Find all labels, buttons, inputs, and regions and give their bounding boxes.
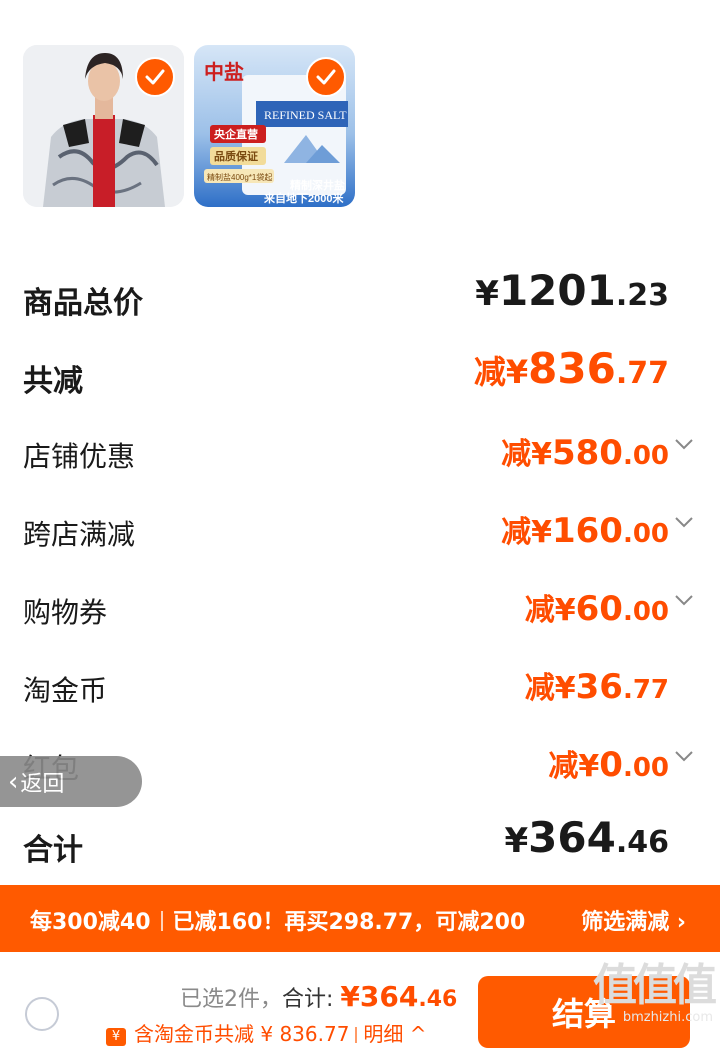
promo-rule: 每300减40 <box>30 910 151 935</box>
row-value: 减¥36.77 <box>524 667 669 707</box>
coins-discount-info[interactable]: ¥ 含淘金币共减 ¥ 836.77 明细 ^ <box>106 1018 427 1047</box>
product-thumbnail-jacket[interactable] <box>23 45 184 207</box>
product-checkbox-jacket[interactable] <box>135 57 175 97</box>
row-label: 商品总价 <box>23 286 143 321</box>
salt-badge-soe: 央企直营 <box>214 127 258 141</box>
chevron-down-icon[interactable] <box>673 433 695 455</box>
row-label: 购物券 <box>23 596 108 629</box>
chevron-left-icon: ‹ <box>8 766 19 797</box>
row-total-discount: 共减 减¥836.77 <box>23 344 673 406</box>
product-thumbnail-salt[interactable]: REFINED SALT 中盐 央企直营 品质保证 精制盐400g*1袋起 精制… <box>194 45 355 207</box>
salt-badge-text: REFINED SALT <box>264 108 347 122</box>
select-all-checkbox[interactable] <box>25 997 59 1031</box>
salt-badge-weight: 精制盐400g*1袋起 <box>207 172 272 182</box>
row-store-discount[interactable]: 店铺优惠 减¥580.00 <box>23 425 693 485</box>
watermark: 值值值 bmzhizhi.com <box>583 960 717 1034</box>
chevron-right-icon: › <box>676 910 686 935</box>
row-goods-total: 商品总价 ¥1201.23 <box>23 266 673 328</box>
row-value: 减¥160.00 <box>501 511 669 551</box>
salt-caption-1: 精制深井盐 <box>290 178 345 192</box>
row-shopping-coupon[interactable]: 购物券 减¥60.00 <box>23 581 693 641</box>
row-label: 淘金币 <box>23 674 108 707</box>
chevron-down-icon[interactable] <box>673 589 695 611</box>
promo-text: 每300减40 已减160！再买298.77，可减200 <box>30 904 525 936</box>
selection-summary: 已选2件，合计: ¥364.46 <box>180 980 457 1013</box>
coin-icon: ¥ <box>106 1028 126 1046</box>
salt-brand-text: 中盐 <box>204 60 244 84</box>
row-value: ¥1201.23 <box>475 266 669 315</box>
chevron-down-icon[interactable] <box>673 511 695 533</box>
product-checkbox-salt[interactable] <box>306 57 346 97</box>
watermark-url: bmzhizhi.com <box>622 1010 713 1025</box>
chevron-up-icon: ^ <box>403 1022 427 1046</box>
watermark-brand: 值值值 <box>593 960 717 1011</box>
selected-count: 已选2件， <box>180 987 282 1012</box>
row-value: 减¥580.00 <box>501 433 669 473</box>
promo-divider <box>160 911 163 931</box>
check-icon <box>316 69 336 85</box>
check-icon <box>145 69 165 85</box>
divider <box>355 1027 358 1043</box>
promo-progress: 已减160！再买298.77，可减200 <box>172 910 526 935</box>
row-label: 店铺优惠 <box>23 440 136 473</box>
salt-badge-quality: 品质保证 <box>214 149 258 163</box>
row-value: 减¥0.00 <box>548 745 669 785</box>
row-cross-store-discount[interactable]: 跨店满减 减¥160.00 <box>23 503 693 563</box>
filter-discount-link[interactable]: 筛选满减 › <box>581 904 686 936</box>
filter-discount-label: 筛选满减 <box>581 910 670 935</box>
total-label: 合计: <box>282 987 341 1012</box>
back-button[interactable]: ‹ 返回 <box>0 756 142 807</box>
coins-text: 含淘金币共减 ¥ 836.77 <box>134 1022 350 1046</box>
detail-link[interactable]: 明细 <box>363 1022 403 1046</box>
row-label: 跨店满减 <box>23 518 136 551</box>
promo-banner: 每300减40 已减160！再买298.77，可减200 筛选满减 › <box>0 885 720 952</box>
row-grand-total: 合计 ¥364.46 <box>23 813 673 875</box>
row-label: 共减 <box>23 364 83 399</box>
row-value: ¥364.46 <box>504 813 670 862</box>
row-value: 减¥836.77 <box>473 344 669 393</box>
row-taobao-coins: 淘金币 减¥36.77 <box>23 659 673 719</box>
chevron-down-icon[interactable] <box>673 745 695 767</box>
row-label: 合计 <box>23 833 83 868</box>
total-amount: ¥364.46 <box>340 980 458 1013</box>
back-label: 返回 <box>20 771 65 797</box>
row-value: 减¥60.00 <box>524 589 669 629</box>
salt-caption-2: 来自地下2000米 <box>263 191 344 205</box>
